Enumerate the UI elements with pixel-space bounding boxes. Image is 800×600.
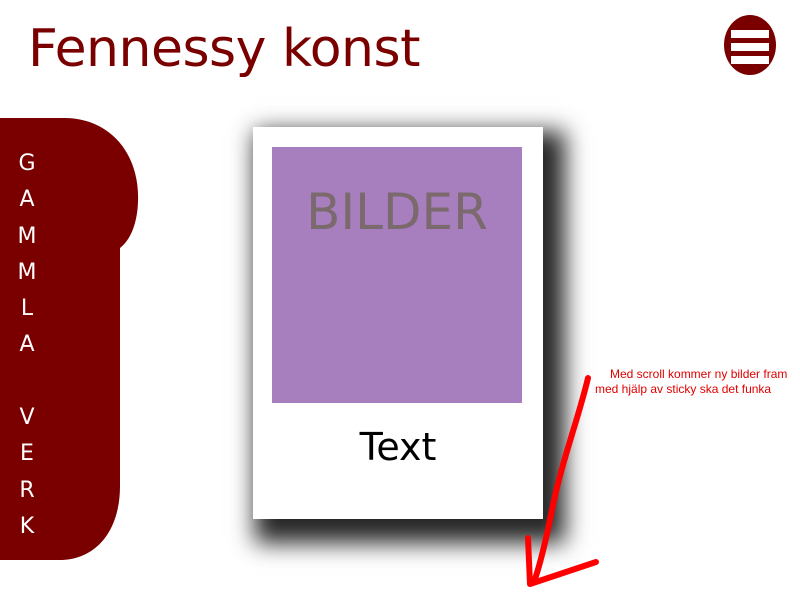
side-nav-letter: R <box>19 477 35 503</box>
side-nav-letter: E <box>20 441 34 467</box>
arrow-down-left-icon <box>525 375 599 587</box>
side-nav-letter: A <box>19 332 35 358</box>
side-nav-letter: M <box>17 259 37 285</box>
side-nav-letter: V <box>19 405 35 431</box>
side-nav-letter: A <box>19 187 35 213</box>
side-nav-letter <box>14 364 40 400</box>
design-note-line: med hjälp av sticky ska det funka <box>595 382 772 396</box>
menu-button[interactable] <box>724 14 776 76</box>
hamburger-icon <box>724 15 776 75</box>
page-title: Fennessy konst <box>28 19 420 79</box>
side-nav-letter: G <box>18 151 36 176</box>
side-nav-letter: L <box>20 296 34 322</box>
image-placeholder-label: BILDER <box>306 183 488 241</box>
side-nav-gamla-verk[interactable]: G A M M L A V E R K <box>0 118 140 562</box>
side-nav-letter: K <box>19 513 35 539</box>
artwork-image-placeholder: BILDER <box>272 147 522 403</box>
side-nav-letter: M <box>17 223 37 249</box>
design-note: Med scroll kommer ny bilder fram med hjä… <box>595 367 800 397</box>
side-nav-label: G A M M L A V E R K <box>14 146 40 545</box>
design-note-line: Med scroll kommer ny bilder fram <box>610 367 788 381</box>
